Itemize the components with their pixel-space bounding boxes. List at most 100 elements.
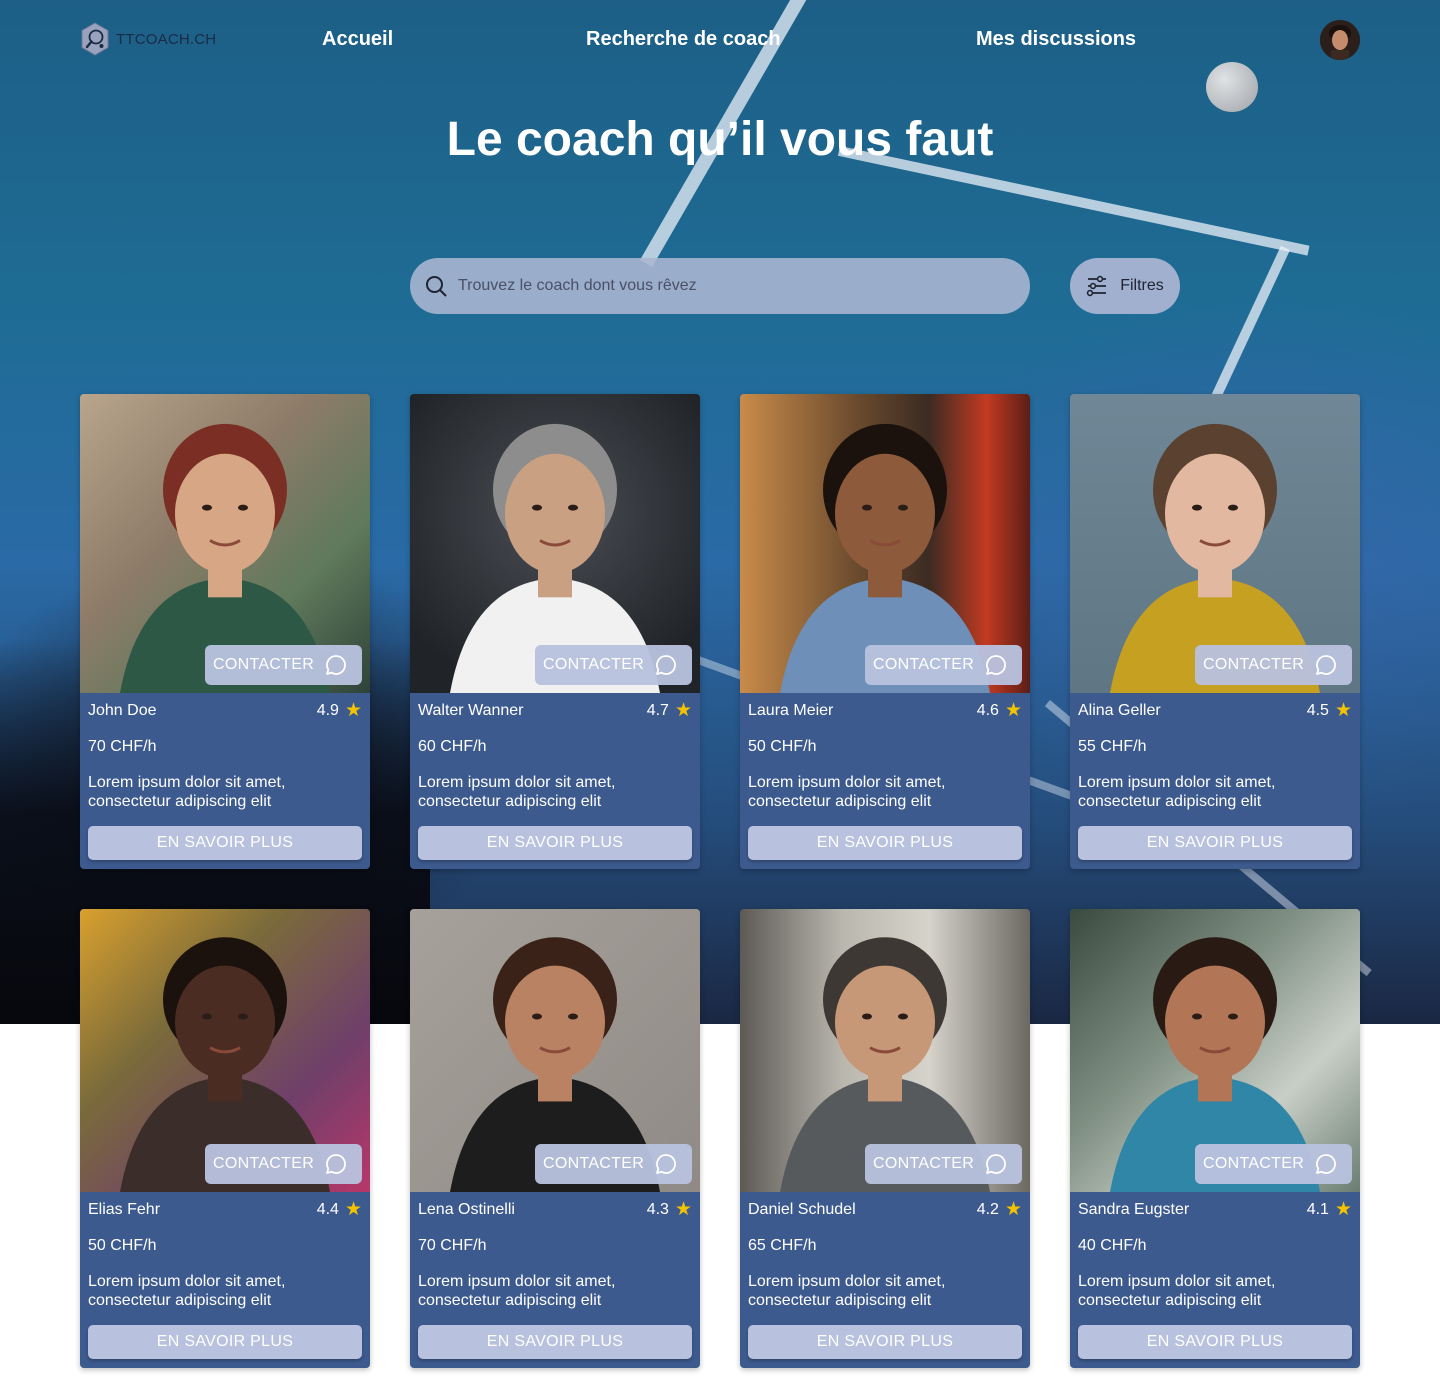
star-icon: ★ [1334, 1199, 1352, 1220]
star-icon: ★ [1004, 1199, 1022, 1220]
chat-bubble-icon [326, 1154, 347, 1174]
more-info-button[interactable]: EN SAVOIR PLUS [88, 1325, 362, 1359]
contact-button[interactable]: CONTACTER [1195, 645, 1352, 685]
contact-button[interactable]: CONTACTER [865, 645, 1022, 685]
contact-button[interactable]: CONTACTER [205, 645, 362, 685]
star-icon: ★ [344, 700, 362, 721]
logo[interactable]: TTCOACH.CH [80, 22, 216, 56]
coach-card: CONTACTER Elias Fehr 4.4 ★ 50 CHF/h Lorem ips… [80, 909, 370, 1368]
coach-photo: CONTACTER [740, 394, 1030, 693]
coach-card-body: Alina Geller 4.5 ★ 55 CHF/h Lorem ipsum dolo… [1070, 693, 1360, 869]
more-info-button[interactable]: EN SAVOIR PLUS [1078, 1325, 1352, 1359]
filters-button[interactable]: Filtres [1070, 258, 1180, 314]
coach-card-body: Lena Ostinelli 4.3 ★ 70 CHF/h Lorem ipsum do… [410, 1192, 700, 1368]
more-info-button[interactable]: EN SAVOIR PLUS [1078, 826, 1352, 860]
coach-card: CONTACTER Daniel Schudel 4.2 ★ 65 CHF/h Lorem… [740, 909, 1030, 1368]
coach-name: Sandra Eugster [1078, 1201, 1190, 1218]
coach-price: 70 CHF/h [88, 738, 157, 755]
rating-value: 4.4 [316, 1201, 339, 1218]
coach-price: 55 CHF/h [1078, 738, 1147, 755]
chat-bubble-icon [326, 655, 347, 675]
more-info-button[interactable]: EN SAVOIR PLUS [748, 826, 1022, 860]
coach-rating: 4.4 ★ [316, 1199, 362, 1220]
star-icon: ★ [674, 700, 692, 721]
contact-button[interactable]: CONTACTER [205, 1144, 362, 1184]
chat-bubble-icon [986, 655, 1007, 675]
contact-label: CONTACTER [873, 1155, 975, 1172]
star-icon: ★ [674, 1199, 692, 1220]
coach-rating: 4.2 ★ [977, 1199, 1022, 1220]
coach-description: Lorem ipsum dolor sit amet, consectetur … [418, 774, 616, 810]
coach-name: Lena Ostinelli [418, 1201, 515, 1218]
search-bar[interactable] [410, 258, 1030, 314]
more-info-button[interactable]: EN SAVOIR PLUS [88, 826, 362, 860]
coach-card: CONTACTER Sandra Eugster 4.1 ★ 40 CHF/h Lorem… [1070, 909, 1360, 1368]
coach-card-body: Laura Meier 4.6 ★ 50 CHF/h Lorem ipsum dolor… [740, 693, 1030, 869]
coach-photo: CONTACTER [410, 394, 700, 693]
chat-bubble-icon [656, 1154, 677, 1174]
contact-label: CONTACTER [213, 1155, 315, 1172]
contact-button[interactable]: CONTACTER [535, 645, 692, 685]
logo-icon [81, 22, 109, 56]
nav-recherche-de-coach[interactable]: Recherche de coach [586, 28, 781, 51]
more-info-button[interactable]: EN SAVOIR PLUS [748, 1325, 1022, 1359]
star-icon: ★ [344, 1199, 362, 1220]
page: TTCOACH.CH Accueil Recherche de coach Me… [0, 0, 1440, 1384]
coach-name: Elias Fehr [88, 1201, 161, 1218]
coach-description: Lorem ipsum dolor sit amet, consectetur … [418, 1273, 616, 1309]
coach-description: Lorem ipsum dolor sit amet, consectetur … [88, 774, 286, 810]
more-info-button[interactable]: EN SAVOIR PLUS [418, 1325, 692, 1359]
contact-label: CONTACTER [213, 656, 315, 673]
star-icon: ★ [1004, 700, 1022, 721]
coach-rating: 4.9 ★ [317, 700, 362, 721]
contact-label: CONTACTER [873, 656, 975, 673]
rating-value: 4.6 [976, 702, 999, 719]
search-input[interactable] [458, 277, 998, 295]
rating-value: 4.7 [646, 702, 669, 719]
coach-card-body: Daniel Schudel 4.2 ★ 65 CHF/h Lorem ipsum do… [740, 1192, 1030, 1368]
ping-pong-ball [1206, 62, 1258, 112]
avatar-portrait-icon [1320, 20, 1360, 60]
coach-rating: 4.5 ★ [1306, 701, 1352, 720]
coach-description: Lorem ipsum dolor sit amet, consectetur … [88, 1273, 286, 1309]
rating-value: 4.3 [646, 1201, 669, 1218]
coach-description: Lorem ipsum dolor sit amet, consectetur … [1078, 1273, 1276, 1309]
rating-value: 4.1 [1306, 1201, 1329, 1218]
coach-card: CONTACTER Laura Meier 4.6 ★ 50 CHF/h Lorem ip… [740, 394, 1030, 869]
coach-card-body: Sandra Eugster 4.1 ★ 40 CHF/h Lorem ipsum do… [1070, 1192, 1360, 1368]
coach-name: Walter Wanner [418, 702, 524, 719]
coach-price: 40 CHF/h [1078, 1237, 1147, 1254]
nav-accueil[interactable]: Accueil [322, 28, 393, 51]
more-info-button[interactable]: EN SAVOIR PLUS [418, 826, 692, 860]
rating-value: 4.5 [1306, 702, 1329, 719]
coach-name: John Doe [88, 702, 157, 719]
nav-mes-discussions[interactable]: Mes discussions [976, 28, 1136, 51]
contact-button[interactable]: CONTACTER [865, 1144, 1022, 1184]
contact-label: CONTACTER [543, 1155, 645, 1172]
coach-description: Lorem ipsum dolor sit amet, consectetur … [1078, 774, 1276, 810]
chat-bubble-icon [1316, 1154, 1337, 1174]
coach-photo: CONTACTER [80, 394, 370, 693]
coach-rating: 4.3 ★ [646, 1199, 692, 1220]
contact-button[interactable]: CONTACTER [1195, 1144, 1352, 1184]
contact-label: CONTACTER [1203, 1155, 1305, 1172]
sliders-icon [1087, 275, 1107, 297]
coach-rating: 4.1 ★ [1306, 1199, 1352, 1220]
coach-photo: CONTACTER [410, 909, 700, 1192]
coach-description: Lorem ipsum dolor sit amet, consectetur … [748, 1273, 946, 1309]
contact-label: CONTACTER [543, 656, 645, 673]
coach-photo: CONTACTER [1070, 394, 1360, 693]
coach-card-body: John Doe 4.9 ★ 70 CHF/h Lorem ipsum dolor si… [80, 693, 370, 869]
hero-title: Le coach qu’il vous faut [446, 113, 994, 166]
user-avatar[interactable] [1320, 20, 1360, 60]
contact-label: CONTACTER [1203, 656, 1305, 673]
contact-button[interactable]: CONTACTER [535, 1144, 692, 1184]
coach-card-body: Elias Fehr 4.4 ★ 50 CHF/h Lorem ipsum dolor … [80, 1192, 370, 1368]
coach-name: Alina Geller [1078, 702, 1161, 719]
coach-description: Lorem ipsum dolor sit amet, consectetur … [748, 774, 946, 810]
chat-bubble-icon [656, 655, 677, 675]
coach-price: 60 CHF/h [418, 738, 487, 755]
coach-photo: CONTACTER [80, 909, 370, 1192]
coach-name: Laura Meier [748, 702, 834, 719]
filters-label: Filtres [1120, 277, 1164, 294]
